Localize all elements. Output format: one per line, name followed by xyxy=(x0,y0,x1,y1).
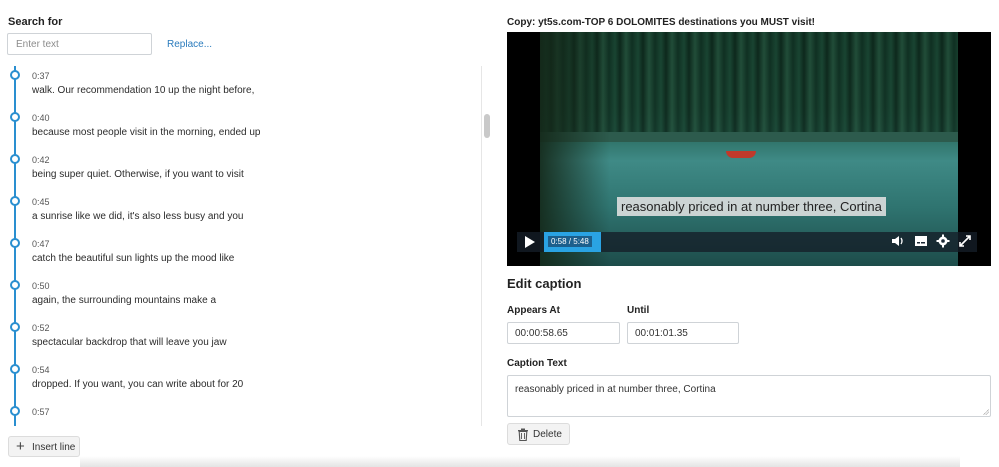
caption-time: 0:54 xyxy=(32,365,50,375)
caption-text: again, the surrounding mountains make a xyxy=(32,295,217,306)
subtitle-overlay: reasonably priced in at number three, Co… xyxy=(617,197,886,216)
fullscreen-icon[interactable] xyxy=(957,234,973,250)
caption-time: 0:45 xyxy=(32,197,50,207)
timeline-dot xyxy=(10,406,20,416)
insert-line-button[interactable]: + Insert line xyxy=(8,436,80,457)
caption-time: 0:40 xyxy=(32,113,50,123)
captions-icon[interactable] xyxy=(913,234,929,250)
caption-time: 0:52 xyxy=(32,323,50,333)
video-title: Copy: yt5s.com-TOP 6 DOLOMITES destinati… xyxy=(507,17,816,28)
video-controls: 0:58 / 5:48 xyxy=(517,232,977,252)
timeline-dot xyxy=(10,70,20,80)
caption-time: 0:50 xyxy=(32,281,50,291)
caption-item[interactable]: 0:54 dropped. If you want, you can write… xyxy=(0,360,480,402)
timeline-dot xyxy=(10,280,20,290)
caption-time: 0:47 xyxy=(32,239,50,249)
appears-at-input[interactable] xyxy=(507,322,620,344)
caption-text: catch the beautiful sun lights up the mo… xyxy=(32,253,235,264)
caption-text-input[interactable]: reasonably priced in at number three, Co… xyxy=(507,375,991,417)
volume-icon[interactable] xyxy=(890,234,906,250)
scrollbar-thumb[interactable] xyxy=(484,114,490,138)
until-input[interactable] xyxy=(627,322,739,344)
video-player[interactable]: reasonably priced in at number three, Co… xyxy=(507,32,991,266)
caption-text: a sunrise like we did, it's also less bu… xyxy=(32,211,244,222)
caption-item[interactable]: 0:47 catch the beautiful sun lights up t… xyxy=(0,234,480,276)
resize-grip-icon[interactable] xyxy=(983,409,989,415)
caption-text: walk. Our recommendation 10 up the night… xyxy=(32,85,255,96)
caption-item[interactable]: 0:37 walk. Our recommendation 10 up the … xyxy=(0,66,480,108)
timeline-dot xyxy=(10,154,20,164)
until-label: Until xyxy=(627,305,650,316)
time-display: 0:58 / 5:48 xyxy=(548,236,592,247)
video-boat xyxy=(726,151,756,158)
caption-list: 0:37 walk. Our recommendation 10 up the … xyxy=(0,66,480,426)
replace-link[interactable]: Replace... xyxy=(167,39,212,50)
caption-text: because most people visit in the morning… xyxy=(32,127,261,138)
timeline-dot xyxy=(10,112,20,122)
caption-time: 0:42 xyxy=(32,155,50,165)
caption-text-label: Caption Text xyxy=(507,358,567,369)
caption-text: dropped. If you want, you can write abou… xyxy=(32,379,244,390)
search-label: Search for xyxy=(8,16,63,28)
edit-caption-heading: Edit caption xyxy=(507,276,582,291)
settings-icon[interactable] xyxy=(935,234,951,250)
caption-text: being super quiet. Otherwise, if you wan… xyxy=(32,169,244,180)
video-foreground-blur xyxy=(540,32,610,266)
delete-label: Delete xyxy=(533,429,562,440)
delete-button[interactable]: Delete xyxy=(507,423,570,445)
letterbox-right xyxy=(958,32,991,266)
insert-line-label: Insert line xyxy=(32,442,76,453)
caption-time: 0:37 xyxy=(32,71,50,81)
timeline-dot xyxy=(10,238,20,248)
timeline-dot xyxy=(10,322,20,332)
play-icon[interactable] xyxy=(525,236,535,248)
caption-item[interactable]: 0:45 a sunrise like we did, it's also le… xyxy=(0,192,480,234)
caption-item[interactable]: 0:42 being super quiet. Otherwise, if yo… xyxy=(0,150,480,192)
trash-icon xyxy=(518,428,528,441)
caption-time: 0:57 xyxy=(32,407,50,417)
search-input[interactable] xyxy=(7,33,152,55)
plus-icon: + xyxy=(16,438,25,455)
video-frame xyxy=(540,32,958,266)
appears-at-label: Appears At xyxy=(507,305,560,316)
caption-text: spectacular backdrop that will leave you… xyxy=(32,337,227,348)
timeline-dot xyxy=(10,196,20,206)
caption-item[interactable]: 0:57 xyxy=(0,402,480,426)
caption-list-scrollbar[interactable] xyxy=(481,66,492,426)
timeline-dot xyxy=(10,364,20,374)
caption-item[interactable]: 0:40 because most people visit in the mo… xyxy=(0,108,480,150)
bottom-shadow xyxy=(80,456,960,467)
letterbox-left xyxy=(507,32,540,266)
caption-item[interactable]: 0:50 again, the surrounding mountains ma… xyxy=(0,276,480,318)
caption-item[interactable]: 0:52 spectacular backdrop that will leav… xyxy=(0,318,480,360)
